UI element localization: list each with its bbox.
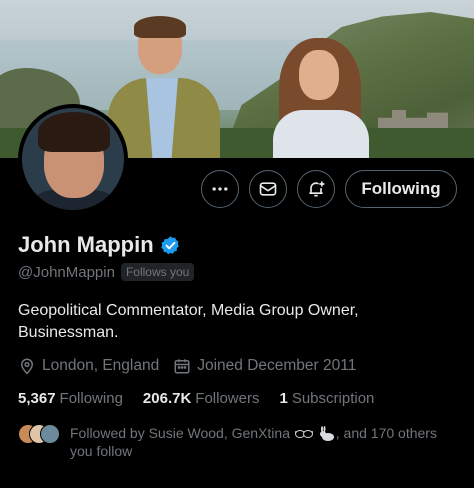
banner-person-woman — [265, 38, 375, 158]
follows-you-badge: Follows you — [120, 263, 195, 281]
subscription-label: Subscription — [291, 390, 375, 407]
location-pin-icon — [20, 358, 34, 375]
rabbit-emoji-icon — [319, 426, 334, 442]
joined-text: Joined December 2011 — [197, 357, 357, 374]
profile-handle-row: @JohnMappin Follows you — [18, 263, 195, 281]
more-icon — [212, 187, 228, 191]
followed-by-avatars — [18, 424, 62, 444]
following-stat-link[interactable]: 5,367 Following — [18, 390, 123, 407]
message-button[interactable] — [249, 170, 287, 208]
location-text: London, England — [42, 357, 160, 374]
profile-name: John Mappin — [18, 232, 154, 257]
verified-badge-icon[interactable] — [160, 235, 181, 256]
bell-plus-icon — [309, 181, 325, 197]
sunglasses-emoji-icon — [294, 430, 313, 439]
profile-name-row: John Mappin — [18, 232, 181, 258]
profile-meta: London, England Joined December 2011 — [18, 357, 370, 375]
followers-label: Followers — [195, 390, 260, 407]
bio-line: Businessman. — [18, 324, 119, 341]
following-label: Following — [59, 390, 123, 407]
followed-by-prefix: Followed by Susie Wood, GenXtina — [70, 425, 290, 441]
calendar-icon — [174, 359, 190, 374]
more-button[interactable] — [201, 170, 239, 208]
followed-by-line2: you follow — [70, 443, 133, 460]
bio-line: Geopolitical Commentator, Media Group Ow… — [18, 302, 359, 319]
followed-by-text: Followed by Susie Wood, GenXtina , and 1… — [70, 424, 437, 460]
following-button[interactable]: Following — [345, 170, 457, 208]
profile-actions: Following — [0, 170, 474, 210]
avatar — [40, 424, 60, 444]
followed-by-suffix: , and 170 others — [335, 425, 437, 441]
followed-by-row[interactable]: Followed by Susie Wood, GenXtina , and 1… — [18, 424, 458, 460]
mail-icon — [259, 182, 277, 196]
subscription-count: 1 — [279, 390, 288, 407]
profile-location: London, England — [18, 357, 159, 375]
profile-bio: Geopolitical Commentator, Media Group Ow… — [18, 300, 458, 344]
following-count: 5,367 — [18, 390, 56, 407]
profile-joined: Joined December 2011 — [173, 357, 356, 375]
profile-stats: 5,367 Following 206.7K Followers 1 Subscrip… — [18, 390, 394, 407]
followers-count: 206.7K — [142, 390, 192, 407]
notify-button[interactable] — [297, 170, 335, 208]
followers-stat-link[interactable]: 206.7K Followers — [143, 390, 260, 407]
subscription-stat-link[interactable]: 1 Subscription — [279, 390, 374, 407]
profile-handle: @JohnMappin — [18, 263, 115, 281]
